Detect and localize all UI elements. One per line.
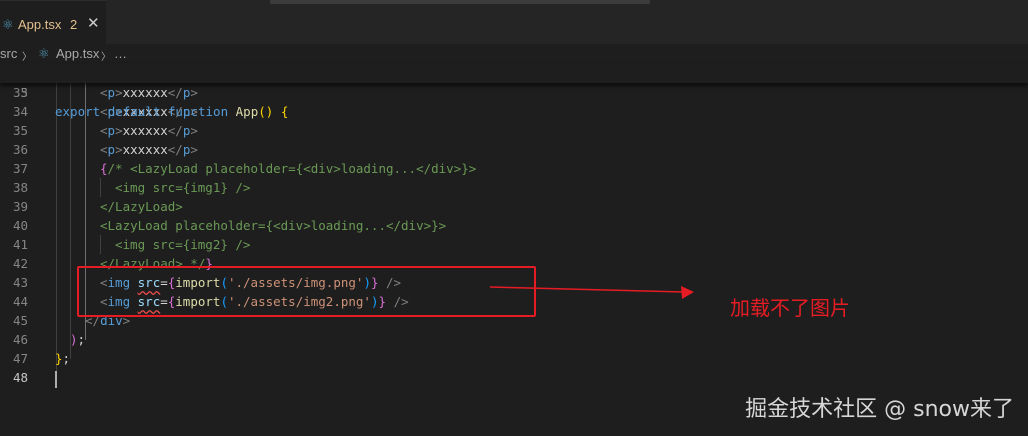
watermark: 掘金技术社区 @ snow来了 — [745, 397, 1014, 422]
annotation-text: 加载不了图片 — [730, 296, 850, 320]
sticky-code-line: export default function App() { — [55, 104, 289, 119]
sticky-scroll-header[interactable]: 5 export default function App() { — [0, 64, 1028, 119]
line-number: 5 — [20, 85, 28, 100]
